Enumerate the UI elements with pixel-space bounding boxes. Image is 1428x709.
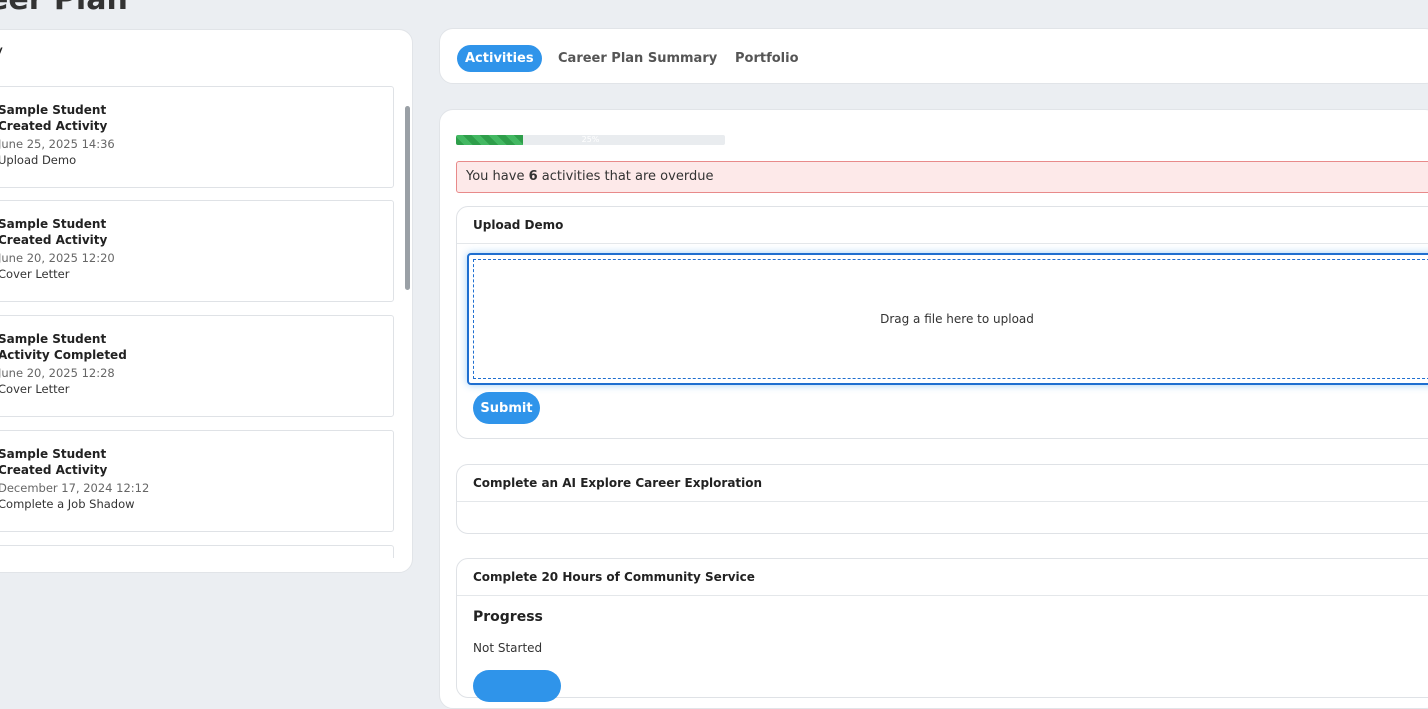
page-title: eer Plan bbox=[0, 0, 128, 17]
alert-prefix: You have bbox=[466, 169, 529, 184]
feed-item-action: Created Activity bbox=[0, 119, 108, 133]
alert-count: 6 bbox=[528, 169, 538, 184]
feed-item-date: June 20, 2025 12:28 bbox=[0, 366, 115, 380]
feed-item-user: Sample Student bbox=[0, 332, 107, 346]
feed-item-date: December 17, 2024 12:12 bbox=[0, 481, 150, 495]
feed-item-partial[interactable] bbox=[0, 545, 394, 558]
overdue-alert: You have 6 activities that are overdue bbox=[456, 161, 1428, 193]
feed-item[interactable]: Sample Student Created Activity June 20,… bbox=[0, 200, 394, 302]
feed-item[interactable]: Sample Student Activity Completed June 2… bbox=[0, 315, 394, 417]
progress-label: 25% bbox=[581, 135, 600, 144]
activity-title: Upload Demo bbox=[457, 207, 1428, 244]
feed-item-action: Created Activity bbox=[0, 233, 108, 247]
feed-item-user: Sample Student bbox=[0, 447, 107, 461]
activity-title: Complete 20 Hours of Community Service bbox=[457, 559, 1428, 596]
feed-item-date: June 20, 2025 12:20 bbox=[0, 251, 115, 265]
activity-title: Complete an AI Explore Career Exploratio… bbox=[457, 465, 1428, 502]
feed-item-date: June 25, 2025 14:36 bbox=[0, 137, 115, 151]
feed-item-action: Created Activity bbox=[0, 463, 108, 477]
feed-heading: y bbox=[0, 42, 3, 62]
dropzone-area[interactable]: Drag a file here to upload bbox=[473, 259, 1428, 379]
activity-card-upload-demo: Upload Demo Drag a file here to upload S… bbox=[456, 206, 1428, 439]
feed-item[interactable]: Sample Student Created Activity December… bbox=[0, 430, 394, 532]
feed-item-activity: Cover Letter bbox=[0, 267, 70, 281]
overall-progress-bar: 25% bbox=[456, 135, 725, 145]
feed-item-user: Sample Student bbox=[0, 103, 107, 117]
feed-item-activity: Upload Demo bbox=[0, 153, 77, 167]
tab-activities[interactable]: Activities bbox=[457, 45, 542, 72]
feed-item-user: Sample Student bbox=[0, 217, 107, 231]
submit-button[interactable]: Submit bbox=[473, 392, 540, 424]
feed-scrollbar[interactable] bbox=[405, 106, 410, 290]
activity-feed-list: Sample Student Created Activity June 25,… bbox=[0, 86, 399, 558]
feed-item-activity: Cover Letter bbox=[0, 382, 70, 396]
feed-item[interactable]: Sample Student Created Activity June 25,… bbox=[0, 86, 394, 188]
tab-career-plan-summary[interactable]: Career Plan Summary bbox=[558, 45, 717, 72]
tab-bar: Activities Career Plan Summary Portfolio bbox=[439, 28, 1428, 84]
dropzone-text: Drag a file here to upload bbox=[880, 312, 1034, 326]
file-dropzone[interactable]: Drag a file here to upload bbox=[467, 253, 1428, 385]
progress-status: Not Started bbox=[473, 641, 543, 655]
tab-portfolio[interactable]: Portfolio bbox=[735, 45, 799, 72]
activity-feed-card: y Sample Student Created Activity June 2… bbox=[0, 29, 413, 573]
activity-action-button[interactable] bbox=[473, 670, 561, 702]
feed-item-activity: Complete a Job Shadow bbox=[0, 497, 135, 511]
activity-card-community-service: Complete 20 Hours of Community Service P… bbox=[456, 558, 1428, 702]
activity-card-ai-explore: Complete an AI Explore Career Exploratio… bbox=[456, 464, 1428, 534]
alert-suffix: activities that are overdue bbox=[537, 169, 714, 184]
feed-item-action: Activity Completed bbox=[0, 348, 127, 362]
progress-heading: Progress bbox=[473, 609, 543, 625]
